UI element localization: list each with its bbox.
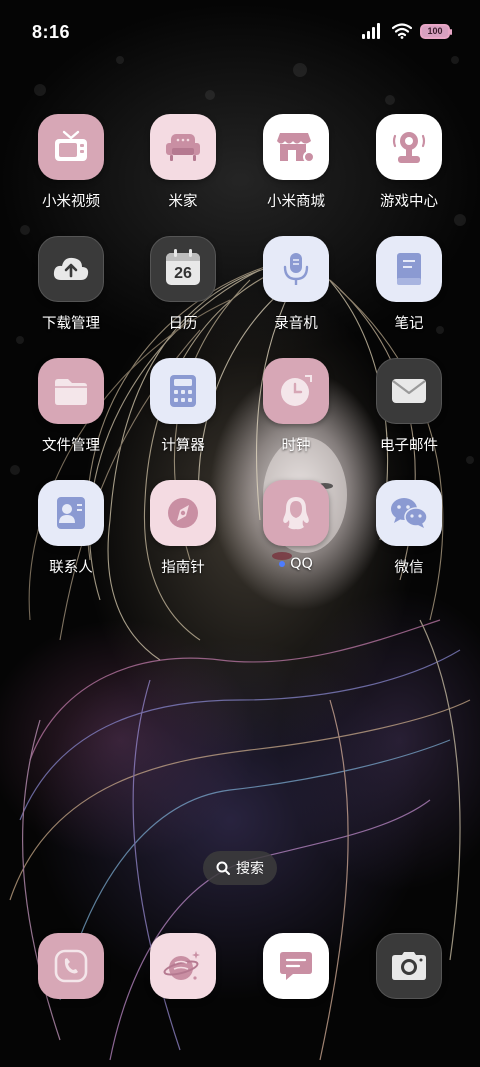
app-game-center[interactable]: 游戏中心 — [354, 114, 464, 211]
app-calculator[interactable]: 计算器 — [128, 358, 238, 455]
app-mi-store[interactable]: 小米商城 — [241, 114, 351, 211]
app-compass[interactable]: 指南针 — [128, 480, 238, 577]
app-mijia[interactable]: 米家 — [128, 114, 238, 211]
app-label: 下载管理 — [42, 316, 100, 332]
folder-icon[interactable] — [38, 358, 104, 424]
calendar-icon[interactable]: 26 — [150, 236, 216, 302]
message-icon[interactable] — [263, 933, 329, 999]
mail-icon[interactable] — [376, 358, 442, 424]
status-bar: 8:16 100 — [0, 0, 480, 68]
app-contacts[interactable]: 联系人 — [16, 480, 126, 577]
app-label: 联系人 — [49, 560, 93, 576]
joystick-icon[interactable] — [376, 114, 442, 180]
app-label: 时钟 — [281, 438, 311, 454]
app-clock[interactable]: 时钟 — [241, 358, 351, 455]
app-label: 指南针 — [161, 560, 205, 576]
dock-camera[interactable] — [354, 933, 464, 999]
shop-icon[interactable] — [263, 114, 329, 180]
dock-browser[interactable] — [128, 933, 238, 999]
status-icons: 100 — [362, 23, 452, 39]
browser-planet-icon[interactable] — [150, 933, 216, 999]
battery-icon: 100 — [420, 23, 452, 39]
new-badge-dot — [279, 561, 286, 567]
signal-bars-icon — [362, 23, 380, 39]
sofa-icon[interactable] — [150, 114, 216, 180]
wechat-icon[interactable] — [376, 480, 442, 546]
app-qq[interactable]: QQ — [241, 480, 351, 572]
search-icon — [216, 861, 230, 875]
tv-icon[interactable] — [38, 114, 104, 180]
app-label-text: QQ — [290, 556, 313, 572]
phone-icon[interactable] — [38, 933, 104, 999]
cloud-download-icon[interactable] — [38, 236, 104, 302]
battery-level: 100 — [427, 26, 443, 36]
app-email[interactable]: 电子邮件 — [354, 358, 464, 455]
app-label: 微信 — [394, 560, 424, 576]
dock-phone[interactable] — [16, 933, 126, 999]
clock-time: 8:16 — [32, 22, 71, 42]
camera-icon[interactable] — [376, 933, 442, 999]
search-button[interactable]: 搜索 — [203, 851, 277, 885]
app-mi-video[interactable]: 小米视频 — [16, 114, 126, 211]
app-label: 笔记 — [394, 316, 424, 332]
contact-card-icon[interactable] — [38, 480, 104, 546]
app-calendar[interactable]: 26 日历 — [128, 236, 238, 333]
app-file-manager[interactable]: 文件管理 — [16, 358, 126, 455]
compass-icon[interactable] — [150, 480, 216, 546]
app-label: QQ — [279, 556, 313, 572]
notebook-icon[interactable] — [376, 236, 442, 302]
app-notes[interactable]: 笔记 — [354, 236, 464, 333]
dock-messages[interactable] — [241, 933, 351, 999]
app-label: 日历 — [168, 316, 198, 332]
app-label: 游戏中心 — [380, 194, 438, 210]
calculator-icon[interactable] — [150, 358, 216, 424]
app-label: 计算器 — [161, 438, 205, 454]
clock-icon[interactable] — [263, 358, 329, 424]
qq-icon[interactable] — [263, 480, 329, 546]
app-label: 录音机 — [274, 316, 318, 332]
app-wechat[interactable]: 微信 — [354, 480, 464, 577]
microphone-icon[interactable] — [263, 236, 329, 302]
app-download-manager[interactable]: 下载管理 — [16, 236, 126, 333]
app-label: 小米商城 — [267, 194, 325, 210]
wifi-icon — [392, 23, 412, 39]
search-label: 搜索 — [236, 861, 264, 877]
app-label: 小米视频 — [42, 194, 100, 210]
app-label: 米家 — [168, 194, 198, 210]
calendar-day: 26 — [174, 265, 192, 282]
app-recorder[interactable]: 录音机 — [241, 236, 351, 333]
app-label: 文件管理 — [42, 438, 100, 454]
app-label: 电子邮件 — [380, 438, 438, 454]
